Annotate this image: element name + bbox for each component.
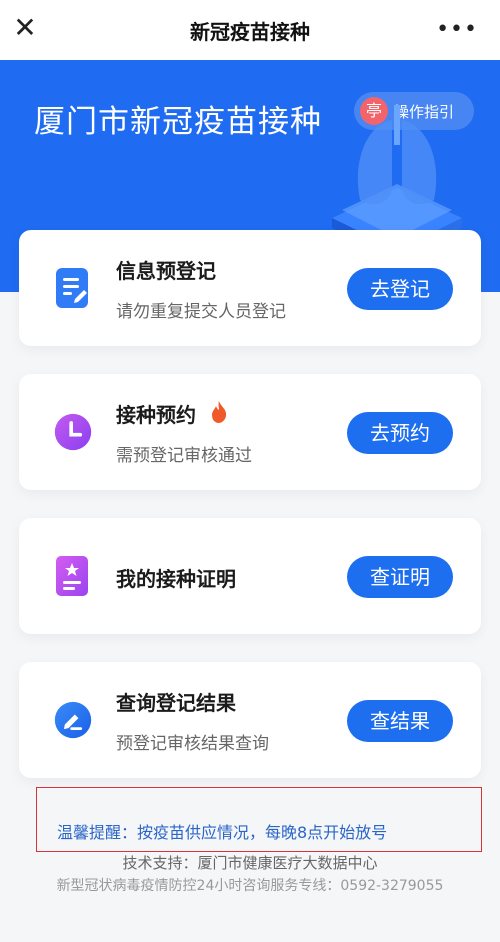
- edit-document-icon: [56, 268, 88, 308]
- certificate-button[interactable]: 查证明: [347, 556, 453, 598]
- top-bar: ✕ 新冠疫苗接种 •••: [0, 0, 500, 60]
- card-subtitle: 需预登记审核通过: [116, 446, 252, 466]
- card-subtitle: 请勿重复提交人员登记: [116, 302, 286, 322]
- notice-box: 温馨提醒：按疫苗供应情况，每晚8点开始放号: [36, 787, 482, 852]
- appointment-button[interactable]: 去预约: [347, 412, 453, 454]
- notice-text: 温馨提醒：按疫苗供应情况，每晚8点开始放号: [57, 823, 388, 842]
- certificate-icon: [56, 556, 88, 596]
- card-subtitle: 预登记审核结果查询: [116, 734, 269, 754]
- clock-icon: [54, 413, 92, 451]
- card-title-text: 接种预约: [116, 403, 196, 427]
- card-title: 信息预登记: [116, 259, 216, 283]
- hero-heading: 厦门市新冠疫苗接种: [34, 104, 322, 140]
- flame-icon: [211, 401, 227, 423]
- hotline-text: 新型冠状病毒疫情防控24小时咨询服务专线：0592-3279055: [56, 878, 444, 894]
- card-title: 接种预约: [116, 399, 229, 428]
- page-title: 新冠疫苗接种: [190, 20, 310, 44]
- query-result-button[interactable]: 查结果: [347, 700, 453, 742]
- card-appointment[interactable]: 接种预约 需预登记审核通过 去预约: [19, 374, 481, 490]
- card-certificate[interactable]: 我的接种证明 查证明: [19, 518, 481, 634]
- pen-icon: [54, 701, 92, 739]
- tech-support-text: 技术支持：厦门市健康医疗大数据中心: [122, 854, 378, 872]
- register-button[interactable]: 去登记: [347, 268, 453, 310]
- more-icon[interactable]: •••: [436, 17, 478, 42]
- card-title: 查询登记结果: [116, 691, 236, 715]
- card-pre-registration[interactable]: 信息预登记 请勿重复提交人员登记 去登记: [19, 230, 481, 346]
- card-query-result[interactable]: 查询登记结果 预登记审核结果查询 查结果: [19, 662, 481, 778]
- card-title: 我的接种证明: [116, 567, 236, 591]
